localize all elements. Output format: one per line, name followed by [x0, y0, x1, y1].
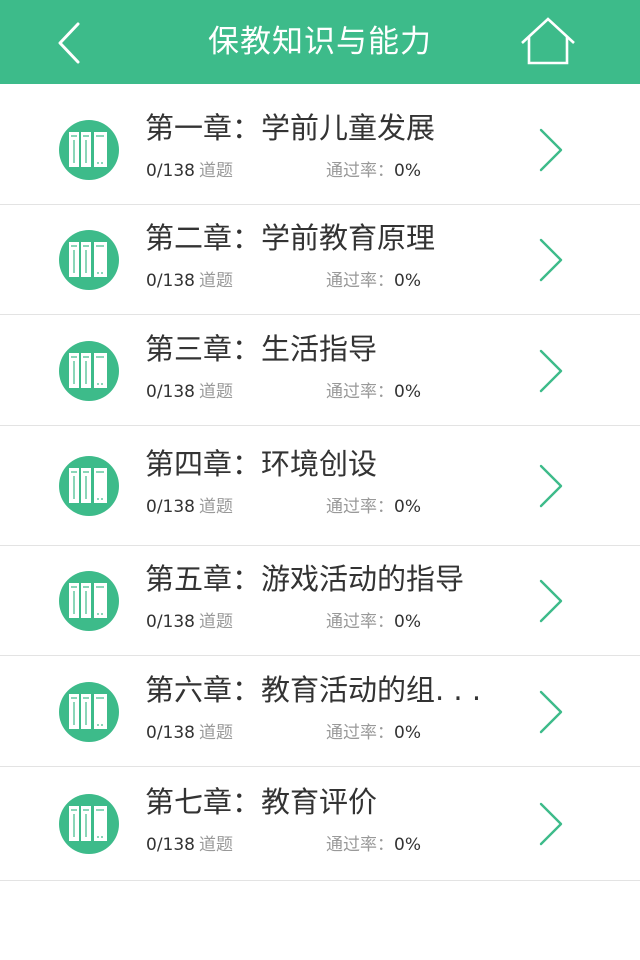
pass-rate-value: 0%	[394, 497, 421, 517]
question-count-unit: 道题	[199, 497, 233, 517]
pass-rate-label: 通过率：	[326, 271, 394, 291]
pass-rate: 通过率：0%	[326, 830, 421, 855]
chapter-title: 第七章：教育评价	[145, 785, 378, 819]
chevron-right-icon	[539, 238, 563, 282]
home-icon	[521, 17, 575, 65]
chapter-list-item[interactable]: 第二章：学前教育原理 0/138 道题 通过率：0%	[0, 205, 640, 315]
pass-rate-value: 0%	[394, 381, 421, 402]
chapter-list-item[interactable]: 第三章：生活指导 0/138 道题 通过率：0%	[0, 315, 640, 426]
chapter-list-item[interactable]: 第六章：教育活动的组. . . 0/138 道题 通过率：0%	[0, 656, 640, 767]
pass-rate-label: 通过率：	[326, 381, 394, 402]
chevron-right-icon	[539, 464, 563, 508]
question-count-unit: 道题	[199, 835, 233, 855]
chevron-right-icon	[539, 579, 563, 623]
back-button[interactable]	[48, 14, 92, 70]
chevron-right-icon	[539, 128, 563, 171]
question-count: 0/138 道题	[146, 492, 233, 517]
chapter-title: 第六章：教育活动的组. . .	[145, 672, 482, 707]
pass-rate: 通过率：0%	[326, 718, 421, 743]
question-count-value: 0/138	[146, 160, 195, 181]
chevron-right-icon	[539, 690, 563, 733]
question-count-value: 0/138	[146, 722, 195, 743]
chevron-right-icon	[539, 349, 563, 392]
question-count-unit: 道题	[199, 381, 233, 402]
pass-rate: 通过率：0%	[326, 266, 421, 291]
chapter-title: 第二章：学前教育原理	[145, 221, 436, 255]
page-title: 保教知识与能力	[208, 24, 432, 60]
question-count: 0/138 道题	[146, 377, 233, 402]
book-icon	[59, 456, 119, 516]
book-icon	[59, 571, 119, 631]
chapter-title: 第四章：环境创设	[145, 447, 378, 481]
pass-rate-value: 0%	[394, 612, 421, 632]
question-count-unit: 道题	[199, 271, 233, 291]
chevron-left-icon	[58, 22, 80, 64]
pass-rate: 通过率：0%	[326, 156, 421, 181]
pass-rate-value: 0%	[394, 160, 421, 181]
question-count-unit: 道题	[199, 612, 233, 632]
header-bar: 保教知识与能力	[0, 0, 640, 84]
chapter-list-item[interactable]: 第七章：教育评价 0/138 道题 通过率：0%	[0, 767, 640, 881]
chevron-right-icon	[539, 802, 563, 846]
chapter-list: 第一章：学前儿童发展 0/138 道题 通过率：0% 第二章：学前教育原理 0/1…	[0, 94, 640, 881]
question-count-value: 0/138	[146, 612, 195, 632]
question-count-value: 0/138	[146, 835, 195, 855]
book-icon	[59, 794, 119, 854]
book-icon	[59, 119, 119, 180]
book-icon	[59, 681, 119, 742]
chapter-list-item[interactable]: 第五章：游戏活动的指导 0/138 道题 通过率：0%	[0, 546, 640, 656]
pass-rate-value: 0%	[394, 722, 421, 743]
question-count: 0/138 道题	[146, 718, 233, 743]
book-icon	[59, 230, 119, 290]
question-count: 0/138 道题	[146, 830, 233, 855]
pass-rate: 通过率：0%	[326, 377, 421, 402]
question-count-unit: 道题	[199, 722, 233, 743]
chapter-list-item[interactable]: 第四章：环境创设 0/138 道题 通过率：0%	[0, 426, 640, 546]
chapter-list-item[interactable]: 第一章：学前儿童发展 0/138 道题 通过率：0%	[0, 94, 640, 205]
pass-rate: 通过率：0%	[326, 492, 421, 517]
chapter-title: 第三章：生活指导	[145, 331, 378, 366]
question-count: 0/138 道题	[146, 266, 233, 291]
pass-rate-label: 通过率：	[326, 160, 394, 181]
question-count-value: 0/138	[146, 381, 195, 402]
book-icon	[59, 340, 119, 401]
question-count-value: 0/138	[146, 271, 195, 291]
pass-rate-value: 0%	[394, 835, 421, 855]
pass-rate: 通过率：0%	[326, 607, 421, 632]
question-count: 0/138 道题	[146, 156, 233, 181]
question-count-value: 0/138	[146, 497, 195, 517]
chapter-title: 第一章：学前儿童发展	[145, 110, 436, 145]
question-count-unit: 道题	[199, 160, 233, 181]
pass-rate-value: 0%	[394, 271, 421, 291]
pass-rate-label: 通过率：	[326, 612, 394, 632]
pass-rate-label: 通过率：	[326, 722, 394, 743]
chapter-title: 第五章：游戏活动的指导	[145, 562, 465, 596]
question-count: 0/138 道题	[146, 607, 233, 632]
pass-rate-label: 通过率：	[326, 497, 394, 517]
home-button[interactable]	[518, 14, 578, 70]
pass-rate-label: 通过率：	[326, 835, 394, 855]
